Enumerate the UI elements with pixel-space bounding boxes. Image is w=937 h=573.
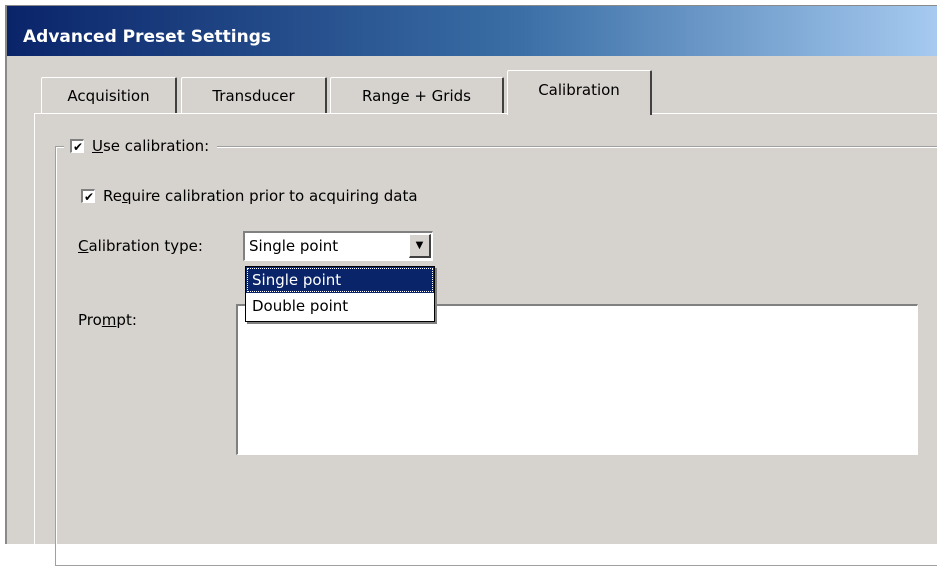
use-calibration-checkbox[interactable]: ✔ <box>70 139 84 153</box>
chevron-down-icon: ▼ <box>415 240 424 251</box>
require-calibration-checkbox[interactable]: ✔ <box>81 189 95 203</box>
window-title: Advanced Preset Settings <box>23 27 271 47</box>
calibration-type-label: Calibration type: <box>78 237 203 255</box>
use-calibration-label: Use calibration: <box>92 137 210 155</box>
prompt-textarea[interactable] <box>236 304 918 455</box>
calibration-type-value: Single point <box>249 237 339 255</box>
calibration-type-dropdown-list: Single point Double point <box>245 266 435 322</box>
title-bar[interactable]: Advanced Preset Settings <box>7 6 937 56</box>
prompt-label: Prompt: <box>78 311 137 329</box>
calibration-type-select[interactable]: Single point ▼ <box>243 231 433 261</box>
tab-calibration-label: Calibration <box>538 81 620 99</box>
dropdown-button[interactable]: ▼ <box>409 234 431 258</box>
use-calibration-legend[interactable]: ✔ Use calibration: <box>64 134 218 158</box>
tab-transducer-label: Transducer <box>212 87 295 105</box>
require-calibration-row[interactable]: ✔ Require calibration prior to acquiring… <box>81 187 418 205</box>
checkmark-icon: ✔ <box>73 140 84 154</box>
tab-acquisition[interactable]: Acquisition <box>41 77 177 113</box>
checkmark-icon: ✔ <box>84 190 95 204</box>
option-single-point[interactable]: Single point <box>246 267 434 293</box>
tab-range-grids-label: Range + Grids <box>362 87 471 105</box>
tab-acquisition-label: Acquisition <box>67 87 150 105</box>
option-double-point[interactable]: Double point <box>246 293 434 319</box>
tab-calibration[interactable]: Calibration <box>507 70 652 115</box>
tab-transducer[interactable]: Transducer <box>181 77 327 113</box>
require-calibration-label: Require calibration prior to acquiring d… <box>103 187 418 205</box>
tab-range-grids[interactable]: Range + Grids <box>330 77 504 113</box>
